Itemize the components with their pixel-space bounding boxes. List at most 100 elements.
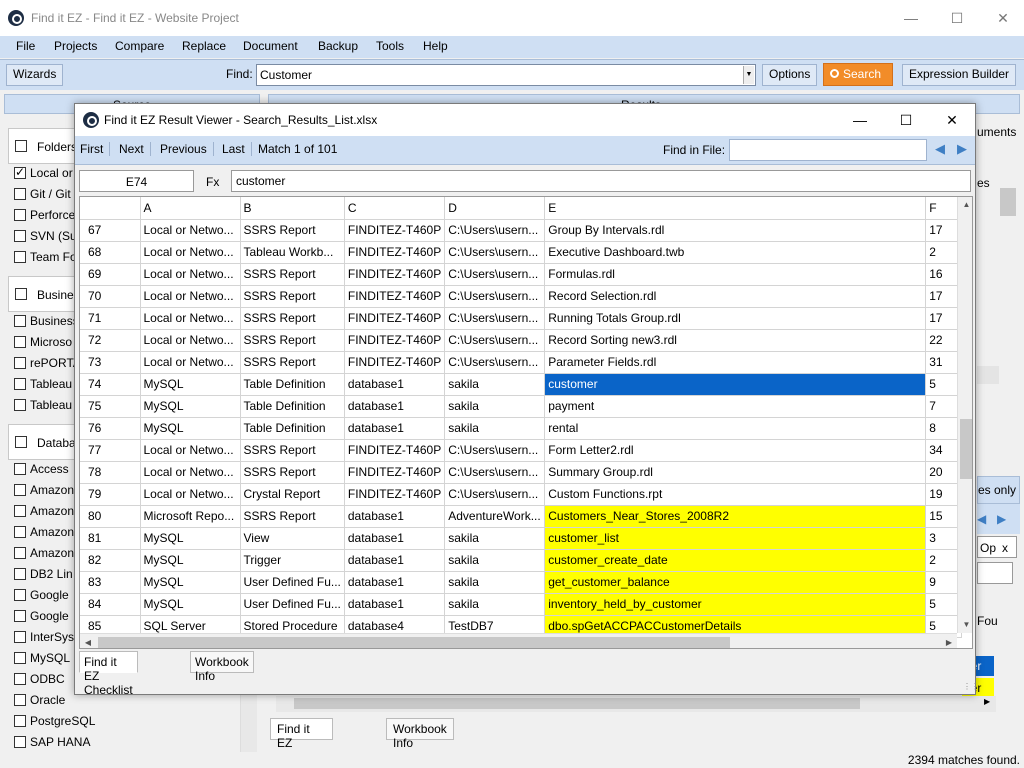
cell-a[interactable]: Local or Netwo... [140, 263, 241, 286]
column-header-e[interactable]: E [544, 197, 927, 220]
row-number-cell[interactable]: 76 [80, 417, 141, 440]
column-header-d[interactable]: D [444, 197, 546, 220]
cell-b[interactable]: SSRS Report [240, 285, 345, 308]
cell-b[interactable]: User Defined Fu... [240, 571, 345, 594]
source-item-checkbox[interactable] [14, 315, 26, 327]
menu-replace[interactable]: Replace [182, 39, 226, 53]
cell-e[interactable]: Parameter Fields.rdl [544, 351, 927, 374]
source-item-checkbox[interactable] [14, 251, 26, 263]
cell-a[interactable]: MySQL [140, 527, 241, 550]
row-number-cell[interactable]: 82 [80, 549, 141, 572]
cell-d[interactable]: sakila [444, 549, 546, 572]
cell-c[interactable]: database1 [344, 571, 446, 594]
dialog-close-button[interactable]: ✕ [929, 104, 975, 136]
cell-e[interactable]: Customers_Near_Stores_2008R2 [544, 505, 927, 528]
source-item-checkbox[interactable] [14, 505, 26, 517]
find-in-file-input[interactable] [729, 139, 927, 161]
cell-c[interactable]: FINDITEZ-T460P [344, 307, 446, 330]
cell-c[interactable]: database1 [344, 527, 446, 550]
cell-e[interactable]: Form Letter2.rdl [544, 439, 927, 462]
spreadsheet-grid[interactable]: A B C D E F 67 Local or Netwo... SSRS Repo… [79, 196, 973, 649]
group-databases-checkbox[interactable] [15, 436, 27, 448]
cell-b[interactable]: SSRS Report [240, 351, 345, 374]
menu-help[interactable]: Help [423, 39, 448, 53]
column-header-c[interactable]: C [344, 197, 446, 220]
table-row[interactable]: 76 MySQL Table Definition database1 sakila re… [80, 417, 963, 440]
row-number-cell[interactable]: 69 [80, 263, 141, 286]
results-hscroll-thumb[interactable] [294, 698, 860, 709]
first-button[interactable]: First [80, 142, 111, 156]
next-button[interactable]: Next [119, 142, 151, 156]
cell-b[interactable]: SSRS Report [240, 505, 345, 528]
source-item-checkbox[interactable] [14, 230, 26, 242]
source-item-checkbox[interactable] [14, 463, 26, 475]
table-row[interactable]: 82 MySQL Trigger database1 sakila customer_cr… [80, 549, 963, 572]
search-button[interactable]: Search [823, 63, 893, 86]
cell-a[interactable]: MySQL [140, 549, 241, 572]
table-row[interactable]: 69 Local or Netwo... SSRS Report FINDITEZ-T… [80, 263, 963, 286]
table-row[interactable]: 74 MySQL Table Definition database1 sakila cu… [80, 373, 963, 396]
row-number-cell[interactable]: 83 [80, 571, 141, 594]
source-item-checkbox[interactable] [14, 652, 26, 664]
cell-c[interactable]: FINDITEZ-T460P [344, 461, 446, 484]
source-item-checkbox[interactable] [14, 336, 26, 348]
row-number-cell[interactable]: 74 [80, 373, 141, 396]
row-number-cell[interactable]: 79 [80, 483, 141, 506]
scroll-right-arrow-icon[interactable]: ▶ [984, 697, 990, 706]
source-item-checkbox[interactable] [14, 631, 26, 643]
cell-c[interactable]: FINDITEZ-T460P [344, 241, 446, 264]
source-item-checkbox[interactable] [14, 673, 26, 685]
cell-c[interactable]: FINDITEZ-T460P [344, 329, 446, 352]
cell-d[interactable]: C:\Users\usern... [444, 263, 546, 286]
row-number-cell[interactable]: 72 [80, 329, 141, 352]
source-item-checkbox[interactable] [14, 209, 26, 221]
cell-b[interactable]: Crystal Report [240, 483, 345, 506]
cell-c[interactable]: FINDITEZ-T460P [344, 285, 446, 308]
row-number-cell[interactable]: 68 [80, 241, 141, 264]
group-folders-checkbox[interactable] [15, 140, 27, 152]
cell-d[interactable]: sakila [444, 395, 546, 418]
source-item-checkbox[interactable] [14, 526, 26, 538]
cell-e[interactable]: Record Selection.rdl [544, 285, 927, 308]
row-number-cell[interactable]: 73 [80, 351, 141, 374]
cell-a[interactable]: Local or Netwo... [140, 285, 241, 308]
source-item-checkbox[interactable] [14, 165, 26, 179]
find-dropdown-arrow-icon[interactable]: ▼ [743, 66, 754, 84]
cell-c[interactable]: database1 [344, 549, 446, 572]
last-button[interactable]: Last [222, 142, 252, 156]
table-row[interactable]: 83 MySQL User Defined Fu... database1 sakila… [80, 571, 963, 594]
cell-d[interactable]: C:\Users\usern... [444, 351, 546, 374]
cell-c[interactable]: FINDITEZ-T460P [344, 483, 446, 506]
source-item-checkbox[interactable] [14, 568, 26, 580]
menu-compare[interactable]: Compare [115, 39, 164, 53]
cell-d[interactable]: C:\Users\usern... [444, 241, 546, 264]
cell-e[interactable]: Group By Intervals.rdl [544, 219, 927, 242]
cell-a[interactable]: Local or Netwo... [140, 461, 241, 484]
menu-document[interactable]: Document [243, 39, 298, 53]
cell-e[interactable]: Custom Functions.rpt [544, 483, 927, 506]
cell-d[interactable]: C:\Users\usern... [444, 307, 546, 330]
cell-b[interactable]: SSRS Report [240, 461, 345, 484]
table-row[interactable]: 68 Local or Netwo... Tableau Workb... FINDI… [80, 241, 963, 264]
cell-a[interactable]: Local or Netwo... [140, 329, 241, 352]
wizards-button[interactable]: Wizards [6, 64, 64, 86]
cell-a[interactable]: Local or Netwo... [140, 439, 241, 462]
cell-c[interactable]: FINDITEZ-T460P [344, 219, 446, 242]
cell-b[interactable]: Trigger [240, 549, 345, 572]
cell-c[interactable]: FINDITEZ-T460P [344, 439, 446, 462]
cell-b[interactable]: View [240, 527, 345, 550]
source-item-checkbox[interactable] [14, 484, 26, 496]
expression-builder-button[interactable]: Expression Builder [902, 64, 1017, 86]
cell-b[interactable]: SSRS Report [240, 219, 345, 242]
cell-a[interactable]: Local or Netwo... [140, 241, 241, 264]
cell-e[interactable]: Record Sorting new3.rdl [544, 329, 927, 352]
table-row[interactable]: 81 MySQL View database1 sakila customer_list 3 [80, 527, 963, 550]
row-number-cell[interactable]: 84 [80, 593, 141, 616]
source-item-checkbox[interactable] [14, 589, 26, 601]
cell-e[interactable]: Summary Group.rdl [544, 461, 927, 484]
table-row[interactable]: 84 MySQL User Defined Fu... database1 sakila… [80, 593, 963, 616]
cell-d[interactable]: sakila [444, 571, 546, 594]
grid-vscroll-thumb[interactable] [960, 419, 972, 479]
cell-d[interactable]: C:\Users\usern... [444, 439, 546, 462]
cell-d[interactable]: sakila [444, 527, 546, 550]
